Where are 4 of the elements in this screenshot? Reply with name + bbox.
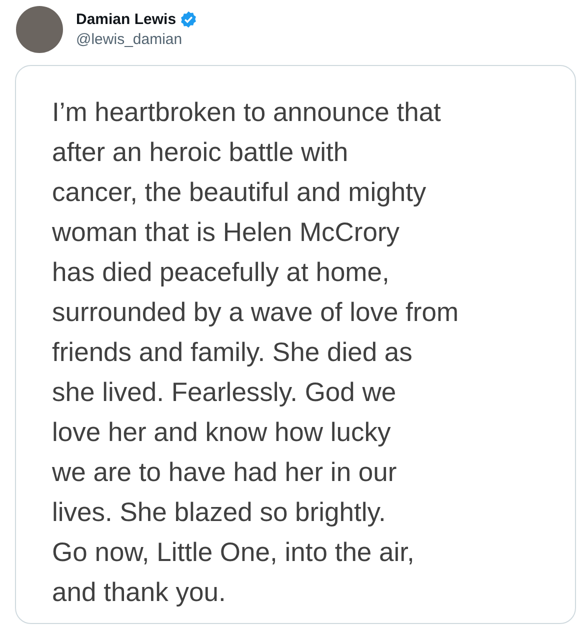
avatar-photo[interactable] [16, 6, 63, 53]
statement-text: I’m heartbroken to announce that after an heroic battle with cancer, the beautiful and mighty woman that is Helen McCrory has died peacefully at home, surrounded by a wave of love from friends and family. She died as she lived. Fearlessly. God we love her and know how lucky we are to have had her in our lives. She blazed so brightly. Go now, Little One, into the air, and thank you. [52, 96, 459, 609]
author-handle[interactable]: @lewis_damian [76, 31, 198, 48]
author-name[interactable]: Damian Lewis [76, 11, 176, 28]
